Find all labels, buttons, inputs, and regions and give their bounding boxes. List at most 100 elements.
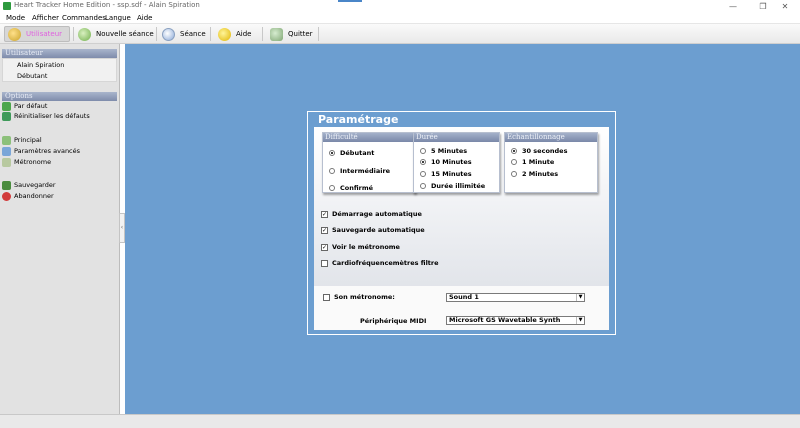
dialog-body: Difficulté Débutant Intermédiaire Confir… (314, 127, 609, 301)
radio-label: 30 secondes (522, 147, 568, 155)
sidebar-item-cancel[interactable]: Abandonner (2, 191, 54, 201)
radio-button[interactable] (329, 185, 335, 191)
radio-button[interactable] (420, 159, 426, 165)
metronome-sound-select[interactable]: Sound 1 ▼ (446, 293, 585, 302)
sidebar-item-advanced-settings[interactable]: Paramètres avancés (2, 146, 80, 156)
sidebar-item-save[interactable]: Sauvegarder (2, 180, 56, 190)
toolbar: Utilisateur Nouvelle séance Séance Aide … (0, 24, 800, 44)
menu-langue[interactable]: Langue (105, 14, 131, 22)
midi-device-select[interactable]: Microsoft GS Wavetable Synth ▼ (446, 316, 585, 325)
show-metronome-checkbox[interactable]: ✓ Voir le métronome (321, 243, 400, 251)
user-section-header: Utilisateur (2, 49, 117, 58)
duration-header: Durée (414, 133, 499, 142)
sampling-header: Echantillonnage (505, 133, 597, 142)
user-toolbar-button[interactable]: Utilisateur (4, 26, 70, 42)
user-name: Alain Spiration (17, 61, 65, 69)
sidebar-item-defaults[interactable]: Par défaut (2, 101, 47, 111)
duration-option-15min[interactable]: 15 Minutes (420, 170, 472, 178)
radio-button[interactable] (420, 148, 426, 154)
taskbar-tab-indicator (338, 0, 362, 2)
menu-aide[interactable]: Aide (137, 14, 152, 22)
toolbar-separator (262, 27, 263, 41)
chevron-down-icon[interactable]: ▼ (576, 294, 584, 301)
sampling-option-30s[interactable]: 30 secondes (511, 147, 567, 155)
checkbox[interactable]: ✓ (321, 226, 328, 234)
difficulty-group: Difficulté Débutant Intermédiaire Confir… (322, 132, 416, 193)
auto-save-checkbox[interactable]: ✓ Sauvegarde automatique (321, 226, 425, 234)
checkbox[interactable]: ✓ (321, 210, 328, 218)
help-label: Aide (236, 30, 252, 38)
clock-icon (162, 27, 175, 41)
radio-label: 2 Minutes (522, 170, 559, 178)
radio-label: 1 Minute (522, 158, 555, 166)
new-session-icon (78, 27, 91, 41)
radio-button[interactable] (420, 183, 426, 189)
sidebar-item-main[interactable]: Principal (2, 135, 42, 145)
user-icon (8, 27, 21, 41)
radio-button[interactable] (420, 171, 426, 177)
menu-commandes[interactable]: Commandes (62, 14, 106, 22)
checkbox-label: Sauvegarde automatique (332, 226, 425, 234)
quit-button[interactable]: Quitter (270, 26, 313, 42)
select-value: Sound 1 (449, 293, 479, 301)
radio-button[interactable] (329, 150, 335, 156)
status-bar (0, 414, 800, 428)
radio-label: 5 Minutes (431, 147, 468, 155)
menu-mode[interactable]: Mode (6, 14, 25, 22)
radio-label: 10 Minutes (431, 158, 472, 166)
close-button[interactable]: ✕ (770, 0, 800, 13)
sidebar-item-metronome[interactable]: Métronome (2, 157, 51, 167)
radio-button[interactable] (511, 159, 517, 165)
new-session-label: Nouvelle séance (96, 30, 154, 38)
duration-option-unlimited[interactable]: Durée illimitée (420, 182, 485, 190)
sidebar-item-label: Abandonner (14, 192, 54, 200)
menu-bar: Mode Afficher Commandes Langue Aide (0, 13, 800, 24)
checkbox[interactable] (321, 259, 328, 267)
checkbox-label: Cardiofréquencemètres filtre (332, 259, 439, 267)
metronome-icon (2, 157, 11, 167)
user-info-box: Alain Spiration Débutant (2, 58, 117, 82)
select-value: Microsoft GS Wavetable Synth (449, 316, 561, 324)
flag-icon (2, 101, 11, 111)
menu-afficher[interactable]: Afficher (32, 14, 59, 22)
radio-button[interactable] (511, 171, 517, 177)
sidebar-item-reset-defaults[interactable]: Réinitialiser les défauts (2, 111, 90, 121)
midi-device-label: Périphérique MIDI (360, 317, 427, 325)
sampling-option-2min[interactable]: 2 Minutes (511, 170, 558, 178)
difficulty-header: Difficulté (323, 133, 415, 142)
radio-label: 15 Minutes (431, 170, 472, 178)
radio-button[interactable] (511, 148, 517, 154)
difficulty-option-confirmed[interactable]: Confirmé (329, 184, 373, 192)
heart-rate-filter-checkbox[interactable]: Cardiofréquencemètres filtre (321, 259, 439, 267)
session-label: Séance (180, 30, 206, 38)
new-session-button[interactable]: Nouvelle séance (78, 26, 154, 42)
sidebar-item-label: Par défaut (14, 102, 48, 110)
sidebar-item-label: Paramètres avancés (14, 147, 81, 155)
toolbar-separator (73, 27, 74, 41)
checkbox-label: Son métronome: (334, 293, 395, 301)
help-icon (218, 27, 231, 41)
difficulty-option-intermediate[interactable]: Intermédiaire (329, 167, 390, 175)
checkbox[interactable] (323, 293, 330, 301)
toolbar-separator (318, 27, 319, 41)
flag-reset-icon (2, 111, 11, 121)
session-button[interactable]: Séance (162, 26, 206, 42)
checkbox[interactable]: ✓ (321, 243, 328, 251)
difficulty-option-beginner[interactable]: Débutant (329, 149, 374, 157)
duration-option-5min[interactable]: 5 Minutes (420, 147, 467, 155)
window-title: Heart Tracker Home Edition - ssp.sdf - A… (14, 1, 200, 9)
radio-button[interactable] (329, 168, 335, 174)
radio-label: Débutant (340, 149, 375, 157)
user-level: Débutant (17, 72, 48, 80)
sidebar-item-label: Principal (14, 136, 42, 144)
sampling-option-1min[interactable]: 1 Minute (511, 158, 554, 166)
duration-option-10min[interactable]: 10 Minutes (420, 158, 472, 166)
chevron-down-icon[interactable]: ▼ (576, 317, 584, 324)
sampling-group: Echantillonnage 30 secondes 1 Minute 2 M… (504, 132, 598, 193)
sidebar-item-label: Métronome (14, 158, 52, 166)
auto-start-checkbox[interactable]: ✓ Démarrage automatique (321, 210, 422, 218)
metronome-sound-checkbox[interactable]: Son métronome: (323, 293, 395, 301)
cancel-icon (2, 191, 11, 201)
minimize-button[interactable]: — (718, 0, 748, 13)
help-button[interactable]: Aide (218, 26, 251, 42)
